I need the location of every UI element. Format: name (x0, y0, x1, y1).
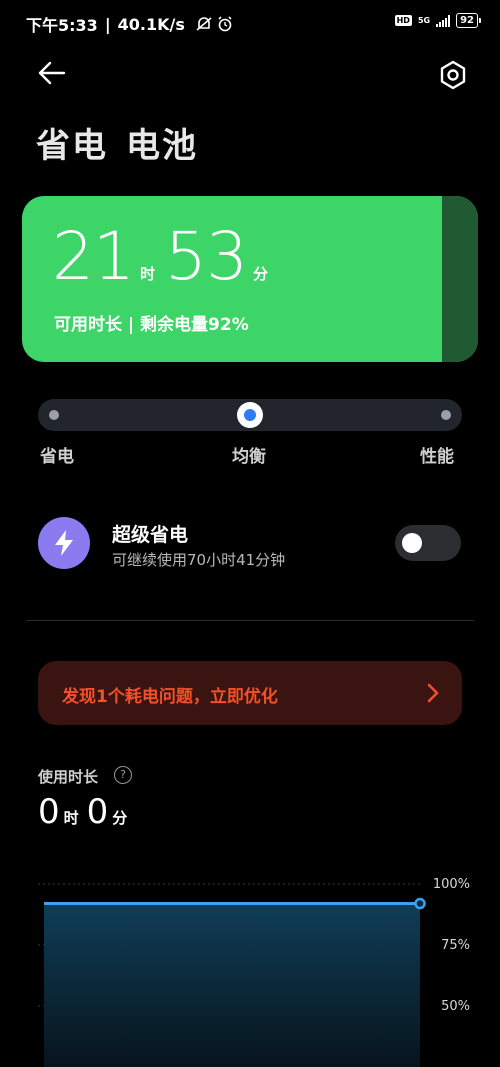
y-tick-label: 100% (432, 877, 470, 892)
battery-status-card: 21 时 53 分 可用时长 | 剩余电量92% (22, 196, 478, 362)
network-speed: 40.1K/s (117, 14, 185, 34)
mode-label-power-saving[interactable]: 省电 (40, 442, 74, 467)
mode-dot-power-saving[interactable] (49, 410, 59, 420)
battery-level-chart: 100% 75% 50% (38, 868, 500, 1067)
lightning-bolt-icon (55, 530, 73, 556)
data-point (414, 897, 426, 910)
series-area (44, 903, 420, 1067)
super-saver-title: 超级省电 (112, 524, 189, 546)
divider (26, 620, 474, 621)
y-tick-label: 50% (441, 999, 470, 1014)
mute-bell-icon (196, 17, 212, 31)
status-separator: | (104, 14, 111, 34)
page-title: 省电 电池 (36, 118, 198, 167)
status-time: 下午5:33 (26, 16, 98, 35)
mode-label-performance[interactable]: 性能 (420, 442, 454, 467)
mode-dot-performance[interactable] (441, 410, 451, 420)
minutes-unit: 分 (252, 265, 268, 283)
remaining-hours: 21 (52, 218, 135, 295)
usage-minutes: 0 (86, 792, 109, 832)
battery-empty-portion (441, 196, 478, 362)
mode-label-balanced[interactable]: 均衡 (232, 442, 266, 467)
title-power-saving: 省电 (36, 126, 108, 166)
y-tick-label: 75% (441, 938, 470, 953)
battery-indicator: 92 (456, 13, 481, 28)
battery-subtitle: 可用时长 | 剩余电量92% (54, 315, 249, 335)
mode-slider-thumb[interactable] (237, 402, 263, 428)
chart-plot (38, 883, 426, 1067)
title-battery: 电池 (126, 126, 198, 166)
alarm-clock-icon (218, 16, 232, 32)
gear-hexagon-icon (440, 60, 466, 90)
usage-hours-unit: 时 (63, 809, 79, 827)
arrow-left-icon (38, 61, 66, 85)
usage-minutes-unit: 分 (112, 809, 128, 827)
network-type: 5G (417, 16, 431, 25)
power-mode-slider[interactable] (38, 399, 462, 431)
hd-badge: HD (394, 15, 412, 26)
super-saver-subtitle: 可继续使用70小时41分钟 (112, 551, 286, 569)
status-bar-left: 下午5:33 | 40.1K/s (26, 12, 233, 36)
usage-hours: 0 (38, 792, 60, 832)
hours-unit: 时 (139, 265, 155, 283)
remaining-time: 21 时 53 分 (52, 224, 278, 290)
issue-banner-text: 发现1个耗电问题，立即优化 (62, 687, 278, 707)
status-bar-right: HD 5G 92 (394, 13, 481, 28)
question-circle-icon[interactable]: ? (114, 766, 132, 784)
super-saver-icon-badge (38, 517, 90, 569)
signal-icon (436, 14, 451, 27)
remaining-minutes: 53 (165, 218, 248, 295)
usage-duration-value: 0 时 0 分 (38, 792, 135, 832)
chevron-right-icon (427, 683, 439, 703)
settings-button[interactable] (436, 58, 470, 92)
usage-duration-label: 使用时长 (38, 768, 99, 786)
back-button[interactable] (34, 58, 68, 88)
super-saver-toggle[interactable] (395, 525, 461, 561)
toggle-knob (402, 533, 422, 553)
optimize-issue-banner[interactable]: 发现1个耗电问题，立即优化 (38, 661, 462, 725)
